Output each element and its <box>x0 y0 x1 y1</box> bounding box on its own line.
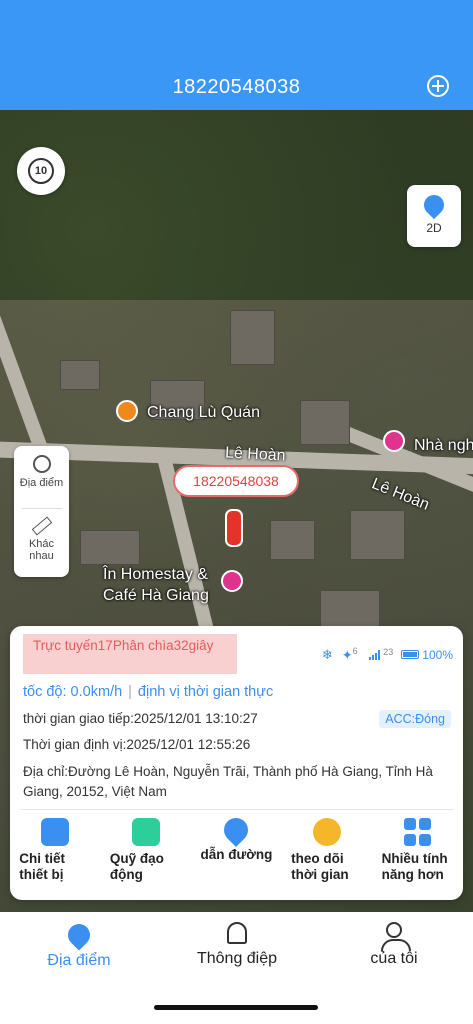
map-building <box>270 520 315 560</box>
map-building <box>60 360 100 390</box>
homestay-label-line1: În Homestay & <box>103 566 208 583</box>
app-header: 18220548038 <box>0 0 473 110</box>
restaurant-label: Chang Lù Quán <box>147 404 260 421</box>
replay-button[interactable]: 10 <box>17 147 65 195</box>
home-indicator <box>154 1005 318 1010</box>
signal-bars-icon: 23 <box>367 647 393 663</box>
locate-label: Địa điểm <box>19 477 64 489</box>
homestay-poi-icon[interactable] <box>221 570 243 592</box>
locate-button[interactable]: Địa điểm <box>14 446 69 508</box>
car-marker-icon[interactable] <box>225 509 243 547</box>
signal-status: ❄ ✦6 23 100% <box>313 646 453 663</box>
compass-icon <box>313 818 342 846</box>
track-playback-button[interactable]: Quỹ đạo động <box>104 818 188 883</box>
gps-satellite-icon: ✦6 <box>341 646 358 663</box>
ruler-icon <box>31 516 52 536</box>
map-tool-panel: Địa điểm Khác nhau <box>14 446 69 577</box>
online-status-badge: Trực tuyến17Phân chìa32giây <box>23 634 237 674</box>
street-label: Lê Hoàn <box>224 444 286 465</box>
restaurant-poi-icon[interactable] <box>116 400 138 422</box>
guesthouse-label: Nhà ngh <box>414 437 473 454</box>
navigation-button[interactable]: dẫn đường <box>194 813 278 883</box>
view-mode-button[interactable]: 2D <box>407 185 461 247</box>
location-pin-icon <box>63 919 95 951</box>
clipboard-check-icon <box>41 818 70 846</box>
speed-value: tốc độ: 0.0km/h <box>23 684 123 700</box>
replay-icon: 10 <box>28 158 54 184</box>
user-icon <box>381 922 411 951</box>
measure-label-line1: Khác <box>28 538 55 550</box>
tab-location[interactable]: Địa điểm <box>14 919 144 970</box>
card-divider <box>20 809 453 810</box>
positioning-time: Thời gian định vị:2025/12/01 12:55:26 <box>23 737 251 752</box>
crosshair-icon <box>32 455 51 473</box>
acc-status-badge: ACC:Đóng <box>379 710 451 728</box>
measure-label-line2: nhau <box>29 550 54 562</box>
device-marker-label[interactable]: 18220548038 <box>173 465 299 497</box>
map-building <box>230 310 275 365</box>
grid-apps-icon <box>404 818 432 846</box>
speed-row: tốc độ: 0.0km/h | định vị thời gian thực <box>23 684 274 700</box>
positioning-mode: định vị thời gian thực <box>137 684 274 700</box>
tab-mine[interactable]: của tôi <box>329 922 459 968</box>
device-detail-button[interactable]: Chi tiết thiết bị <box>13 818 97 883</box>
bell-icon <box>227 922 247 944</box>
communication-time: thời gian giao tiếp:2025/12/01 13:10:27 <box>23 711 258 726</box>
battery-percent: 100% <box>422 647 453 662</box>
map-building <box>80 530 140 565</box>
battery-icon <box>401 650 420 660</box>
map-navigation-icon <box>219 813 254 847</box>
tab-messages[interactable]: Thông điệp <box>172 922 302 968</box>
more-features-button[interactable]: Nhiều tính năng hơn <box>376 818 460 883</box>
device-id-title: 18220548038 <box>172 76 301 98</box>
homestay-label-line2: Café Hà Giang <box>103 587 209 604</box>
add-device-icon[interactable] <box>427 75 449 97</box>
guesthouse-poi-icon[interactable] <box>383 430 405 452</box>
measure-button[interactable]: Khác nhau <box>14 509 69 571</box>
action-bar: Chi tiết thiết bị Quỹ đạo động dẫn đường… <box>10 813 463 883</box>
device-info-card: Trực tuyến17Phân chìa32giây ❄ ✦6 23 100%… <box>10 626 463 900</box>
view-mode-label: 2D <box>426 221 442 235</box>
map-pin-icon <box>419 190 449 220</box>
realtime-tracking-button[interactable]: theo dõi thời gian <box>285 818 369 883</box>
satellite-dish-icon: ❄ <box>321 646 333 662</box>
map-building <box>350 510 405 560</box>
video-play-icon <box>131 818 160 846</box>
device-address: Địa chỉ:Đường Lê Hoàn, Nguyễn Trãi, Thàn… <box>23 764 433 799</box>
map-building <box>300 400 350 445</box>
